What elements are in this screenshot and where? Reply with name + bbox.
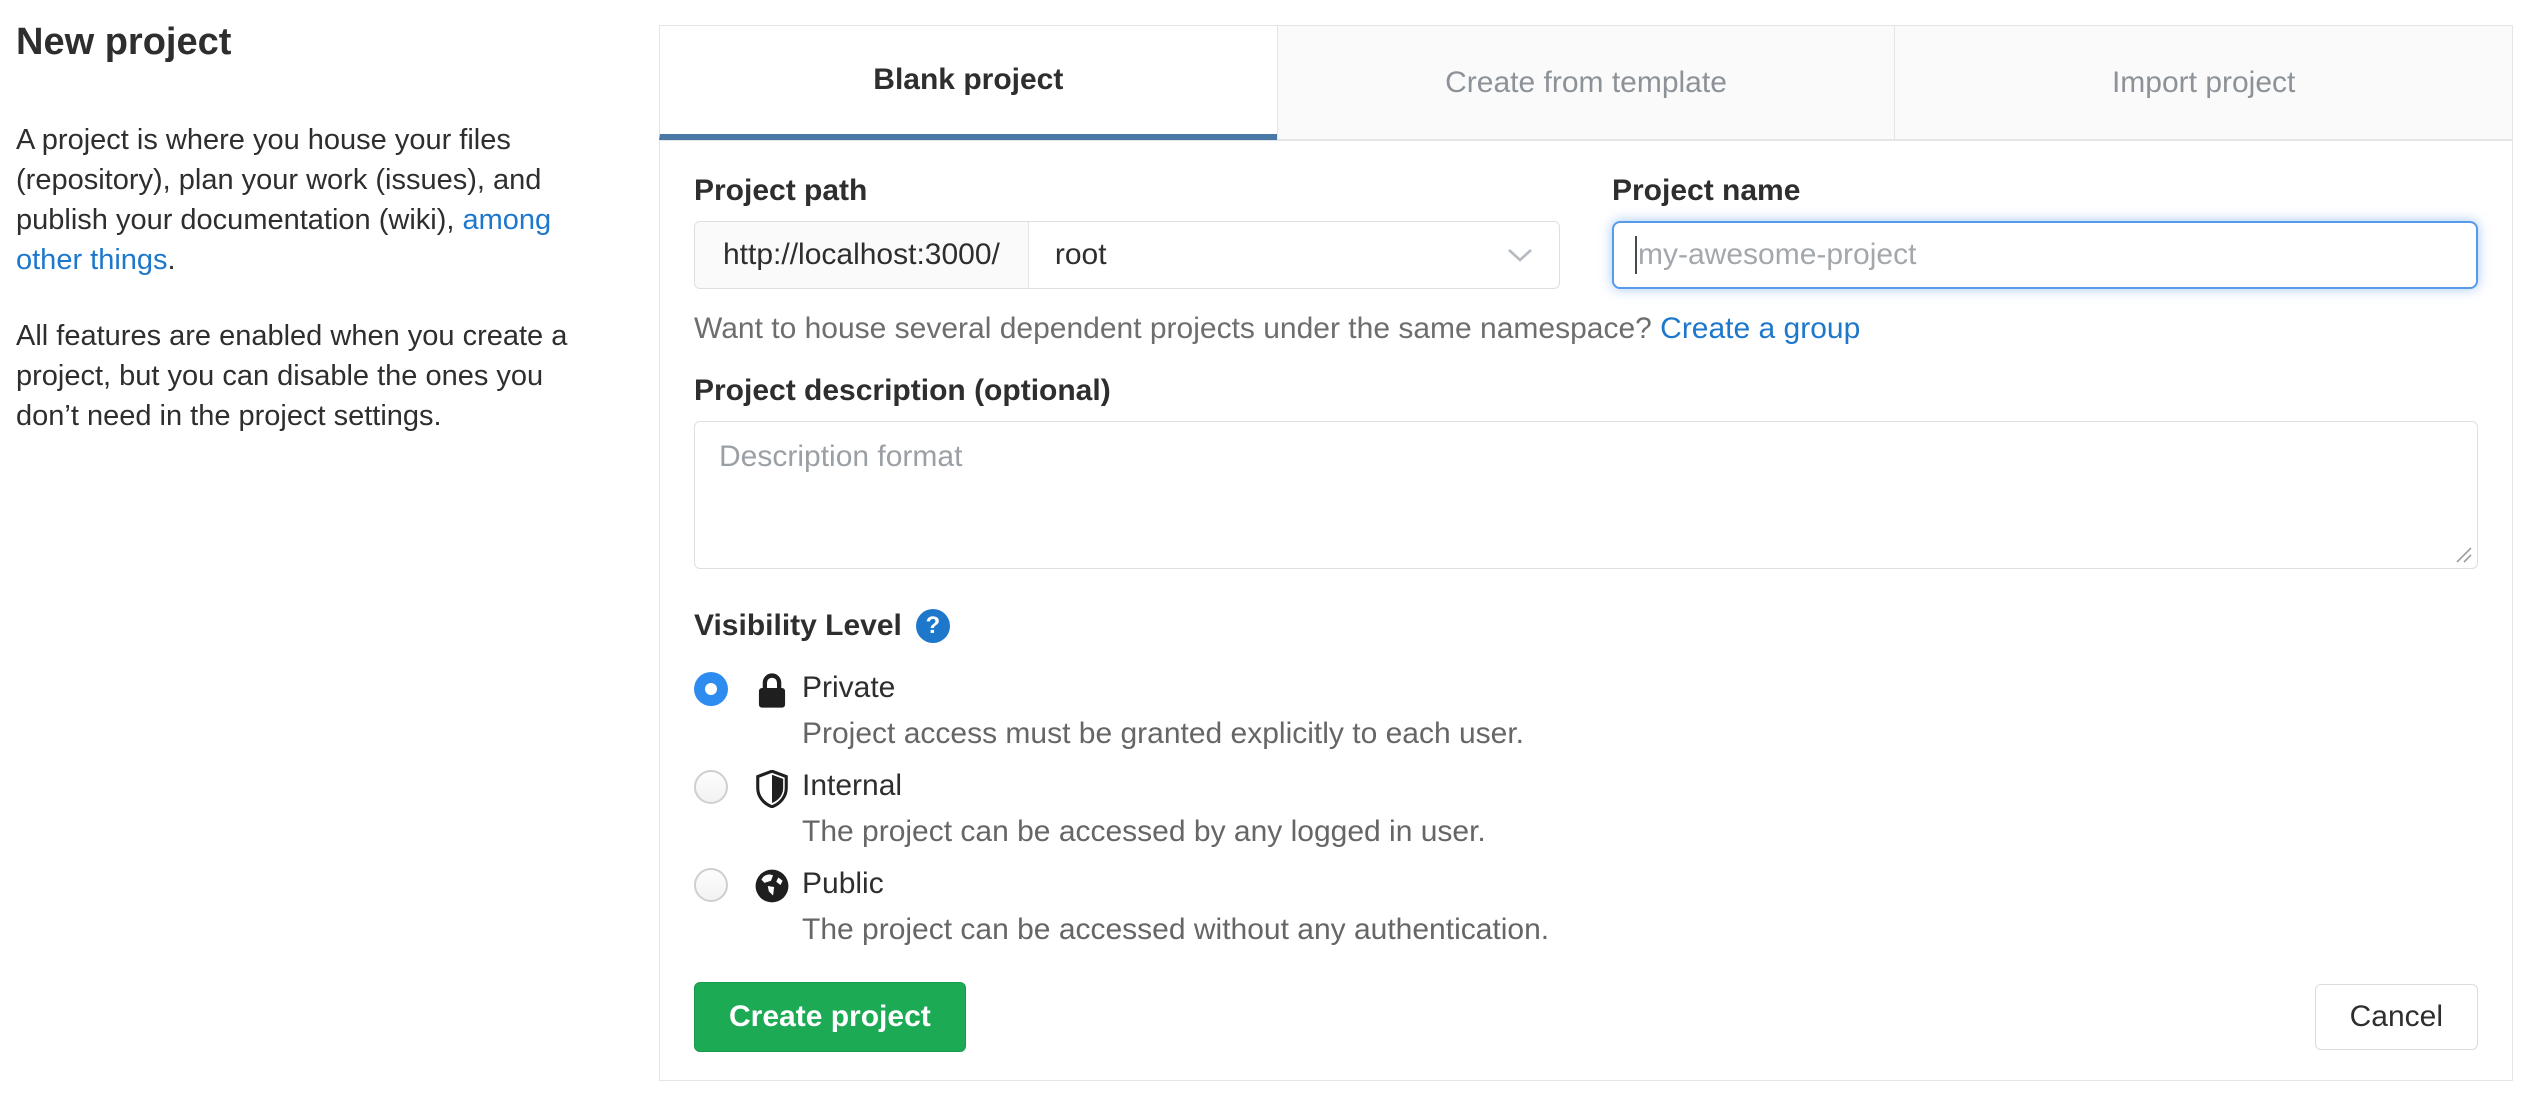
intro-text-after-link: . xyxy=(167,244,176,276)
private-radio[interactable] xyxy=(694,672,728,706)
project-path-label: Project path xyxy=(694,174,868,207)
url-prefix-addon: http://localhost:3000/ xyxy=(695,222,1029,288)
visibility-option-internal: Internal The project can be accessed by … xyxy=(694,768,2478,850)
intro-paragraph-2: All features are enabled when you create… xyxy=(16,320,568,432)
visibility-options: Private Project access must be granted e… xyxy=(694,670,2478,948)
lock-icon xyxy=(758,673,786,708)
project-name-input[interactable] xyxy=(1612,221,2478,289)
path-name-row: Project path http://localhost:3000/ root… xyxy=(694,173,2478,289)
internal-option-description: The project can be accessed by any logge… xyxy=(802,815,1486,848)
project-description-wrap xyxy=(694,421,2478,574)
private-option-description: Project access must be granted explicitl… xyxy=(802,717,1525,750)
namespace-help-text: Want to house several dependent projects… xyxy=(694,312,1661,345)
new-project-panel: Blank project Create from template Impor… xyxy=(659,25,2514,1081)
textarea-resize-handle[interactable] xyxy=(2455,546,2473,564)
visibility-option-private: Private Project access must be granted e… xyxy=(694,670,2478,752)
project-name-label: Project name xyxy=(1612,174,1801,207)
internal-option-label[interactable]: Internal xyxy=(802,768,1486,804)
public-option-description: The project can be accessed without any … xyxy=(802,913,1550,946)
tab-import-project[interactable]: Import project xyxy=(1894,25,2514,140)
page-title: New project xyxy=(16,21,232,63)
namespace-selected-value: root xyxy=(1054,238,1107,271)
namespace-help-line: Want to house several dependent projects… xyxy=(694,311,2478,347)
shield-icon xyxy=(756,770,788,808)
tab-create-from-template[interactable]: Create from template xyxy=(1276,25,1896,140)
intro-column: New project A project is where you house… xyxy=(16,18,596,472)
public-radio[interactable] xyxy=(694,868,728,902)
project-name-column: Project name xyxy=(1612,173,2478,289)
private-option-label[interactable]: Private xyxy=(802,670,1524,706)
private-option-body: Private Project access must be granted e… xyxy=(802,670,1524,752)
internal-radio[interactable] xyxy=(694,770,728,804)
project-description-label: Project description (optional) xyxy=(694,374,1111,407)
chevron-down-icon xyxy=(1508,249,1532,262)
project-description-textarea[interactable] xyxy=(694,421,2478,569)
visibility-level-row: Visibility Level ? xyxy=(694,608,2478,644)
public-option-body: Public The project can be accessed witho… xyxy=(802,866,1549,948)
globe-icon xyxy=(755,869,789,903)
create-a-group-link[interactable]: Create a group xyxy=(1660,312,1860,345)
question-mark-icon[interactable]: ? xyxy=(915,609,950,643)
namespace-select[interactable]: root xyxy=(1029,222,1559,288)
form-actions: Create project Cancel xyxy=(694,982,2478,1052)
cancel-button[interactable]: Cancel xyxy=(2314,984,2478,1050)
project-path-input-group: http://localhost:3000/ root xyxy=(694,221,1560,289)
tab-blank-project[interactable]: Blank project xyxy=(659,25,1278,140)
visibility-level-label: Visibility Level xyxy=(694,609,902,642)
project-name-input-wrap xyxy=(1612,221,2478,289)
visibility-option-public: Public The project can be accessed witho… xyxy=(694,866,2478,948)
project-type-tabs: Blank project Create from template Impor… xyxy=(659,25,2514,140)
intro-paragraph: A project is where you house your files … xyxy=(16,120,596,280)
create-project-button[interactable]: Create project xyxy=(694,982,966,1052)
text-cursor xyxy=(1635,236,1637,274)
public-option-label[interactable]: Public xyxy=(802,866,1549,902)
blank-project-form: Project path http://localhost:3000/ root… xyxy=(659,140,2513,1081)
project-path-column: Project path http://localhost:3000/ root xyxy=(694,173,1560,289)
internal-option-body: Internal The project can be accessed by … xyxy=(802,768,1486,850)
